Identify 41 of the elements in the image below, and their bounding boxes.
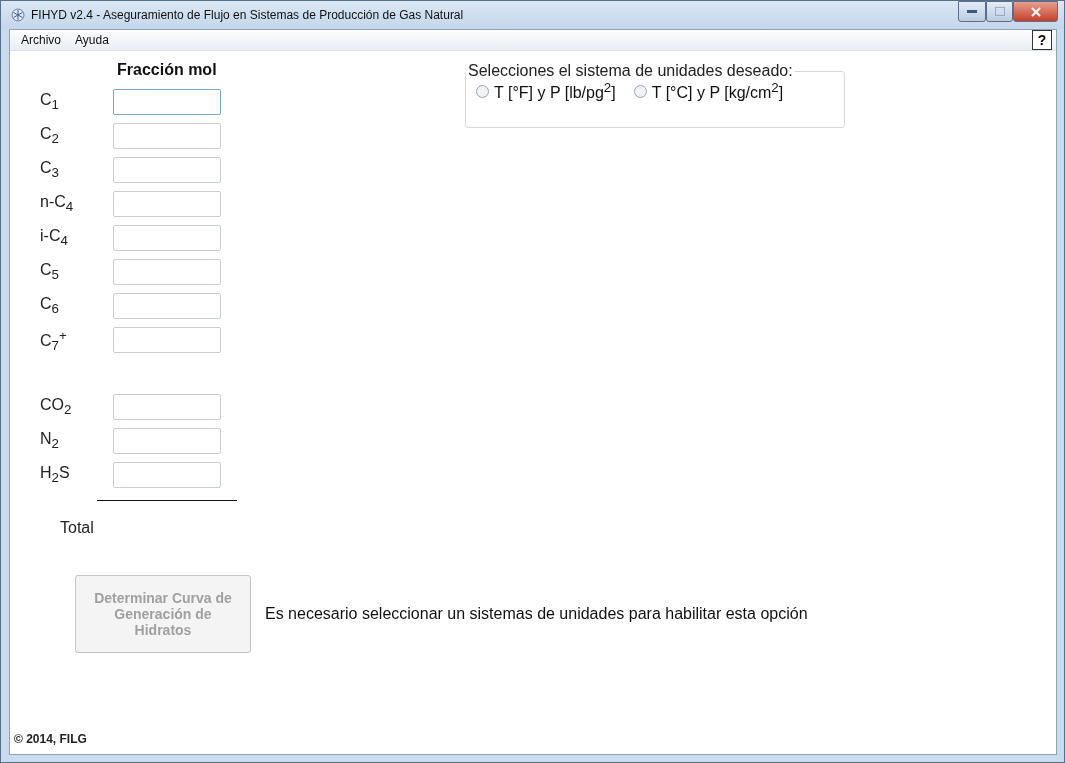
fraction-input[interactable]: [113, 191, 221, 217]
snowflake-icon: [11, 8, 25, 22]
component-label: i-C$_{4}$: [40, 227, 69, 249]
minimize-button[interactable]: [958, 1, 986, 22]
fraction-input[interactable]: [113, 123, 221, 149]
menu-item[interactable]: Archivo: [14, 33, 68, 47]
menu-item[interactable]: Ayuda: [68, 33, 116, 47]
fraction-input[interactable]: [113, 327, 221, 353]
fraction-input[interactable]: [113, 259, 221, 285]
component-label: C$_{6}$: [40, 295, 60, 317]
component-label: H$_{2}$S: [40, 464, 71, 486]
fraction-input[interactable]: [113, 428, 221, 454]
radio-icon[interactable]: [476, 84, 489, 98]
maximize-icon: [994, 7, 1005, 16]
component-label: C$_{1}$: [40, 91, 60, 113]
unit-radio[interactable]: T [°F] y P [lb/pg$^{2}$]: [476, 80, 616, 103]
fraction-input[interactable]: [113, 89, 221, 115]
copyright-text: © 2014, FILG: [13, 732, 88, 748]
fraction-input[interactable]: [113, 225, 221, 251]
close-icon: [1030, 6, 1041, 17]
component-label: C$_{3}$: [40, 159, 60, 181]
component-label: N$_{2}$: [40, 430, 60, 452]
fraction-input[interactable]: [113, 293, 221, 319]
component-label: C$_{5}$: [40, 261, 60, 283]
component-label: CO$_{2}$: [40, 396, 73, 418]
radio-icon[interactable]: [633, 84, 647, 98]
fraction-input[interactable]: [113, 394, 221, 420]
minimize-icon: [967, 9, 977, 14]
unit-radio[interactable]: T [°C] y P [kg/cm$^{2}$]: [633, 80, 784, 103]
fraction-input[interactable]: [113, 462, 221, 488]
help-button[interactable]: ?: [1032, 30, 1052, 50]
units-legend: Selecciones el sistema de unidades deseado:: [466, 62, 795, 80]
maximize-button[interactable]: [986, 1, 1013, 22]
total-label: Total: [60, 519, 95, 537]
hint-message: Es necesario seleccionar un sistemas de unidades para habilitar esta opción: [265, 605, 808, 623]
fraction-input[interactable]: [113, 157, 221, 183]
component-label: C$_{2}$: [40, 125, 60, 147]
column-header: Fracción mol: [117, 61, 218, 79]
window-title: FIHYD v2.4 - Aseguramiento de Flujo en Sistemas de Producción de Gas Natural: [31, 8, 465, 22]
close-button[interactable]: [1013, 1, 1058, 22]
component-label: n-C$_{4}$: [40, 193, 75, 215]
